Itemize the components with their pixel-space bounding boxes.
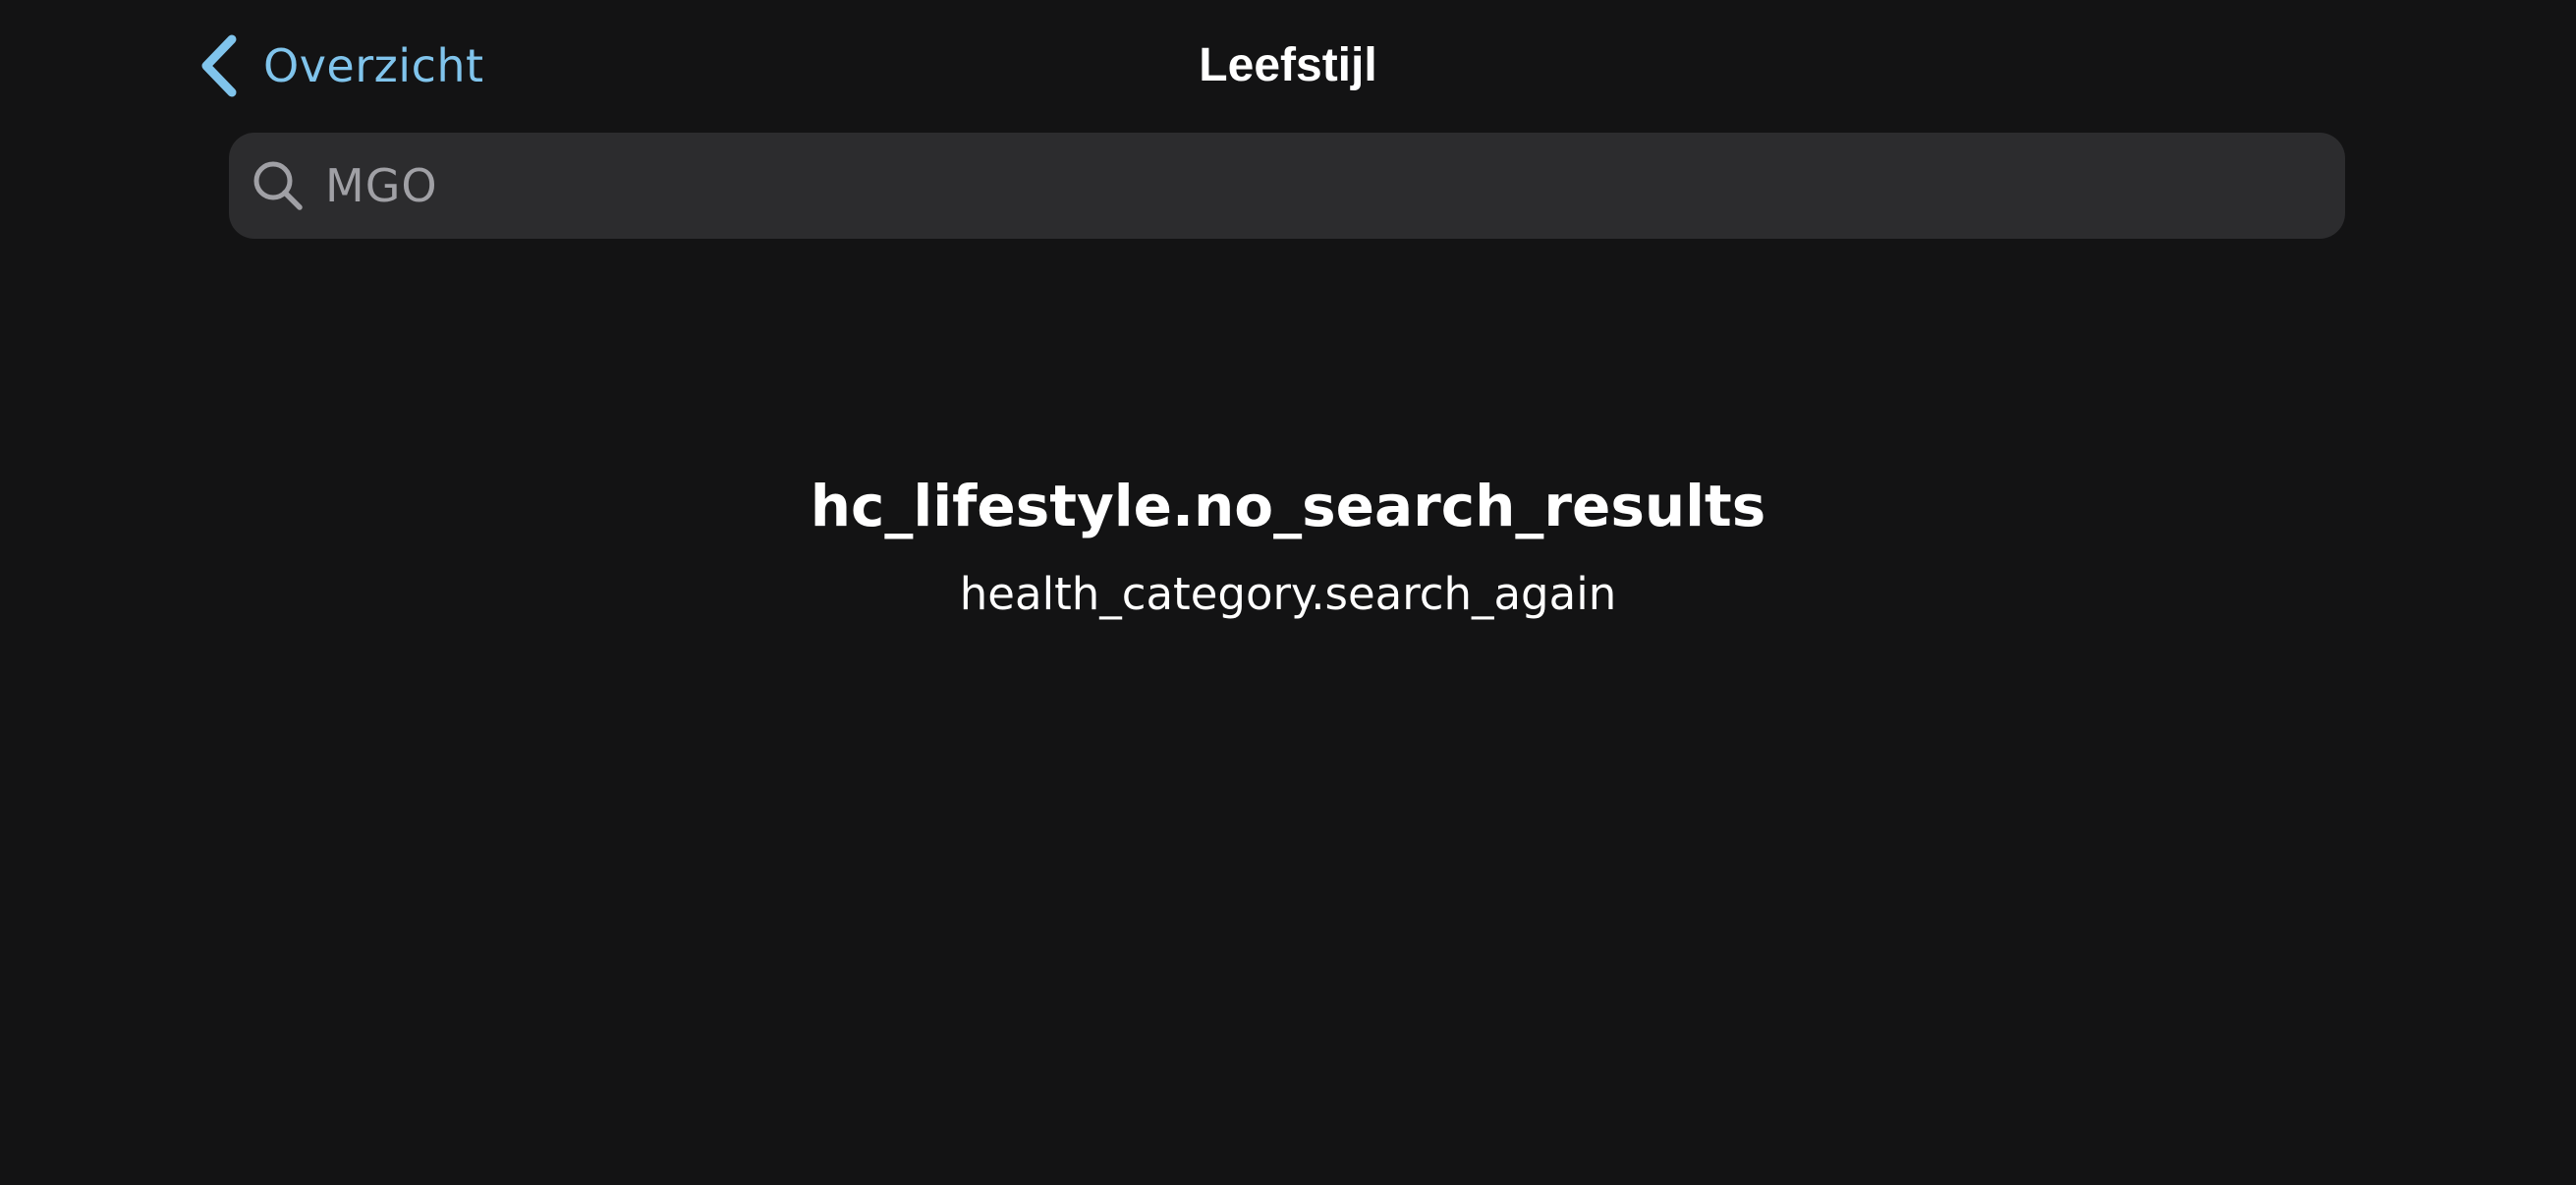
search-input[interactable] [325,146,2345,225]
back-button-label: Overzicht [263,39,484,92]
search-again-hint: health_category.search_again [959,568,1617,620]
empty-state: hc_lifestyle.no_search_results health_ca… [0,457,2576,634]
search-icon [253,161,303,210]
back-button[interactable]: Overzicht [196,29,484,102]
no-results-title: hc_lifestyle.no_search_results [810,473,1766,539]
chevron-left-icon [201,34,237,97]
navigation-bar: Overzicht Leefstijl [0,0,2576,128]
search-bar[interactable] [229,133,2345,239]
